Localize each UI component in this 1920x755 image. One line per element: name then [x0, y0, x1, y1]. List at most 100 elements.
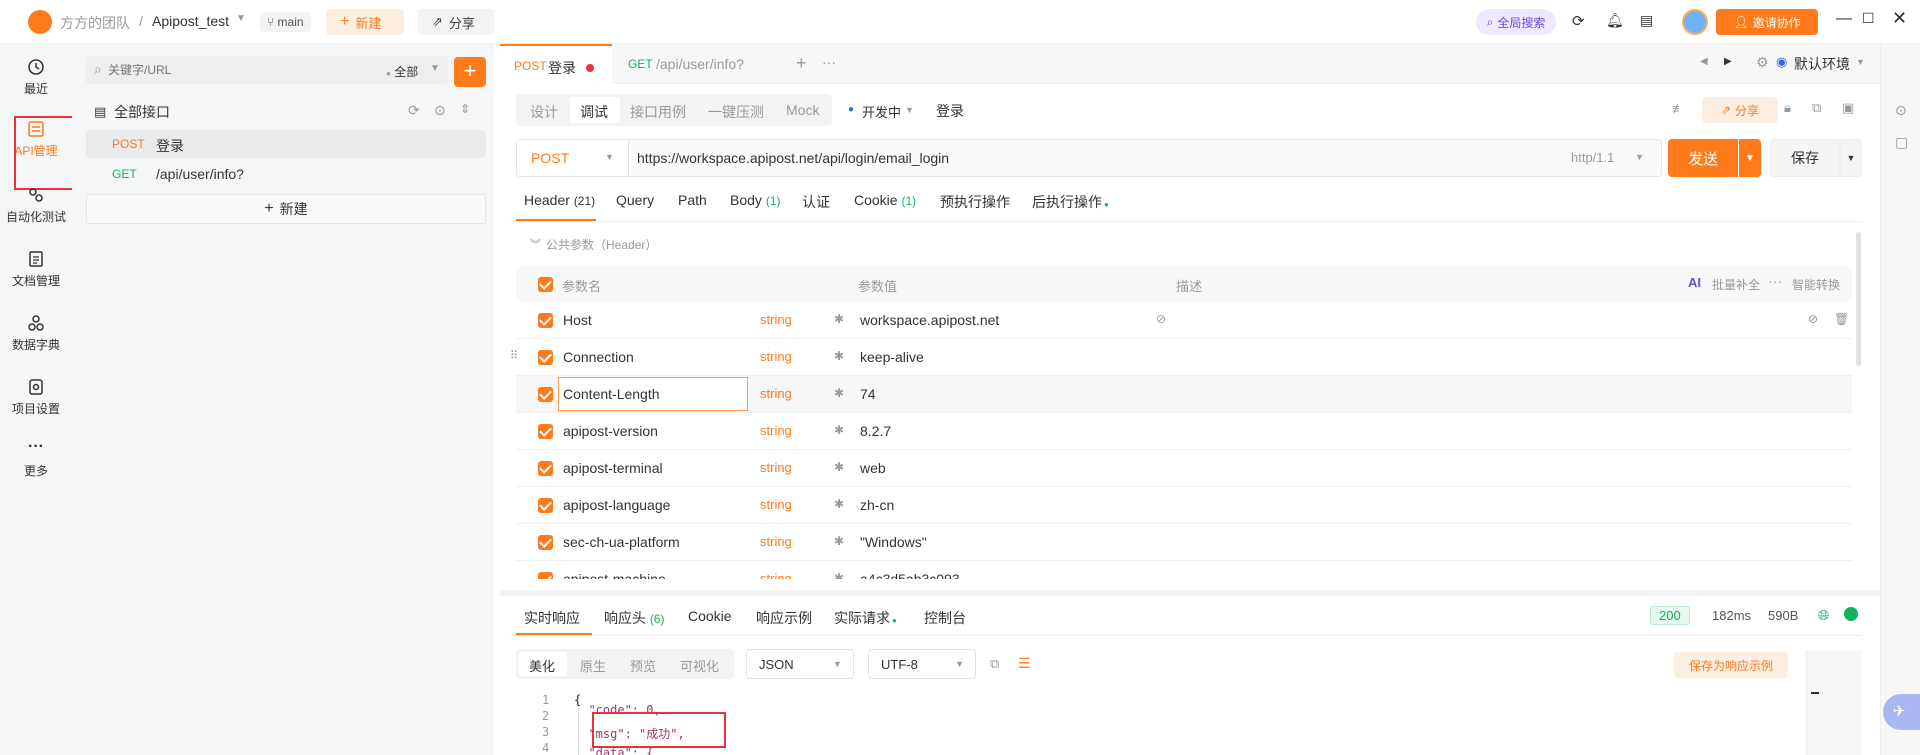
resp-tab-examples[interactable]: 响应示例	[756, 608, 812, 628]
more-options-icon[interactable]: ···	[1768, 273, 1782, 289]
status-select[interactable]: 开发中	[862, 102, 901, 121]
req-tab-post[interactable]: 后执行操作 ●	[1032, 192, 1109, 212]
param-name[interactable]: Content-Length	[563, 386, 660, 402]
protocol-select[interactable]: http/1.1	[1571, 150, 1614, 165]
chevron-down-icon[interactable]: ▼	[905, 105, 914, 115]
tree-root[interactable]: 全部接口	[114, 102, 170, 122]
smart-convert-button[interactable]: 智能转换	[1792, 276, 1840, 293]
format-icon[interactable]: ≢	[1672, 101, 1685, 116]
sync-icon[interactable]: ⟳	[1572, 12, 1585, 30]
new-api-button[interactable]: + 新建	[86, 194, 486, 224]
link-icon[interactable]: ⊘	[1808, 312, 1818, 326]
param-type[interactable]: string	[760, 497, 792, 512]
more-tabs-icon[interactable]: ···	[822, 54, 836, 70]
param-name[interactable]: apipost-language	[563, 497, 670, 513]
resp-tab-console[interactable]: 控制台	[924, 608, 966, 628]
req-tab-pre[interactable]: 预执行操作	[940, 192, 1010, 212]
resp-tab-headers[interactable]: 响应头 (6)	[604, 608, 665, 628]
required-icon[interactable]: ✱	[834, 497, 844, 511]
ai-icon[interactable]: AI	[1688, 275, 1701, 290]
param-type[interactable]: string	[760, 571, 792, 579]
param-name[interactable]: apipost-machine	[563, 571, 666, 579]
view-tab-visual[interactable]: 可视化	[680, 656, 719, 675]
new-button[interactable]: + 新建	[326, 9, 404, 35]
avatar[interactable]	[1682, 9, 1708, 35]
drag-handle-icon[interactable]: ⠿	[510, 349, 518, 362]
param-name[interactable]: apipost-version	[563, 423, 658, 439]
invite-button[interactable]: 👤︎ 邀请协作	[1716, 9, 1818, 35]
param-value[interactable]: 8.2.7	[860, 423, 891, 439]
row-checkbox[interactable]	[538, 313, 553, 328]
nav-settings[interactable]: 项目设置	[0, 378, 72, 417]
mode-tab-stress[interactable]: 一键压测	[708, 102, 764, 122]
bell-icon[interactable]: 🔔︎	[1606, 12, 1624, 29]
public-params-label[interactable]: 公共参数（Header）	[546, 236, 657, 253]
global-search-button[interactable]: ⌕ 全局搜索	[1476, 9, 1556, 35]
api-name[interactable]: 登录	[936, 101, 964, 121]
view-tab-preview[interactable]: 预览	[630, 656, 656, 675]
share-api-button[interactable]: ⇗ 分享	[1702, 97, 1778, 123]
history-icon[interactable]: ⊙	[1895, 102, 1907, 119]
send-dropdown-icon[interactable]: ▼	[1739, 139, 1761, 177]
project-name[interactable]: Apipost_test	[152, 13, 229, 29]
chevron-down-icon[interactable]: ▼	[236, 13, 246, 24]
required-icon[interactable]: ✱	[834, 571, 844, 579]
row-checkbox[interactable]	[538, 572, 553, 579]
req-tab-cookie[interactable]: Cookie (1)	[854, 192, 916, 208]
locate-icon[interactable]: ⊙	[434, 102, 446, 119]
param-value[interactable]: workspace.apipost.net	[860, 312, 999, 328]
resp-tab-cookie[interactable]: Cookie	[688, 608, 732, 624]
required-icon[interactable]: ✱	[834, 460, 844, 474]
close-icon[interactable]: ✕	[1892, 8, 1907, 29]
add-tab-icon[interactable]: +	[796, 53, 807, 74]
row-checkbox[interactable]	[538, 535, 553, 550]
format-select[interactable]: JSON ▼	[746, 649, 854, 679]
minimize-icon[interactable]: —	[1836, 10, 1852, 28]
copy-icon[interactable]: ⧉	[1812, 100, 1821, 116]
env-select[interactable]: 默认环境	[1794, 54, 1850, 74]
scrollbar[interactable]	[1856, 232, 1861, 366]
mode-tab-debug[interactable]: 调试	[570, 97, 620, 123]
tree-item[interactable]: POST 登录	[86, 130, 486, 158]
req-tab-query[interactable]: Query	[616, 192, 654, 208]
param-type[interactable]: string	[760, 423, 792, 438]
delete-icon[interactable]: 🗑︎	[1834, 312, 1849, 326]
param-name[interactable]: apipost-terminal	[563, 460, 663, 476]
copy-icon[interactable]: ⧉	[990, 656, 999, 672]
param-type[interactable]: string	[760, 349, 792, 364]
param-value[interactable]: a4c3d5ab3c093	[860, 571, 960, 579]
resp-tab-actual[interactable]: 实际请求 ●	[834, 608, 897, 628]
param-type[interactable]: string	[760, 312, 792, 327]
encoding-select[interactable]: UTF-8 ▼	[868, 649, 976, 679]
row-checkbox[interactable]	[538, 350, 553, 365]
row-checkbox[interactable]	[538, 387, 553, 402]
chevron-down-icon[interactable]: ▼	[1635, 152, 1644, 162]
maximize-icon[interactable]: ☐	[1862, 10, 1875, 27]
nav-more[interactable]: ··· 更多	[0, 439, 72, 479]
minimap[interactable]	[1806, 650, 1862, 755]
param-value[interactable]: "Windows"	[860, 534, 927, 550]
param-value[interactable]: keep-alive	[860, 349, 924, 365]
chevron-down-icon[interactable]: ▼	[1856, 57, 1865, 67]
param-name[interactable]: sec-ch-ua-platform	[563, 534, 680, 550]
save-dropdown-icon[interactable]: ▼	[1840, 139, 1862, 177]
req-tab-path[interactable]: Path	[678, 192, 707, 208]
param-name[interactable]: Host	[563, 312, 592, 328]
tab-login[interactable]: POST 登录	[500, 44, 612, 84]
req-tab-auth[interactable]: 认证	[802, 192, 830, 212]
select-all-checkbox[interactable]	[538, 277, 553, 292]
nav-automation[interactable]: 自动化测试	[0, 186, 72, 225]
nav-dictionary[interactable]: 数据字典	[0, 314, 72, 353]
save-icon[interactable]: ▣	[1842, 100, 1854, 116]
tree-item[interactable]: GET /api/user/info?	[86, 160, 486, 188]
row-checkbox[interactable]	[538, 424, 553, 439]
search-input[interactable]	[108, 60, 328, 80]
bulk-complete-button[interactable]: 批量补全	[1712, 276, 1760, 293]
next-tab-icon[interactable]: ▶	[1724, 56, 1732, 67]
add-api-button[interactable]: +	[454, 57, 486, 87]
chevron-down-icon[interactable]: ▼	[430, 63, 440, 74]
req-tab-body[interactable]: Body (1)	[730, 192, 780, 208]
param-value[interactable]: 74	[860, 386, 876, 402]
required-icon[interactable]: ✱	[834, 312, 844, 326]
save-as-example-button[interactable]: 保存为响应示例	[1674, 652, 1788, 678]
